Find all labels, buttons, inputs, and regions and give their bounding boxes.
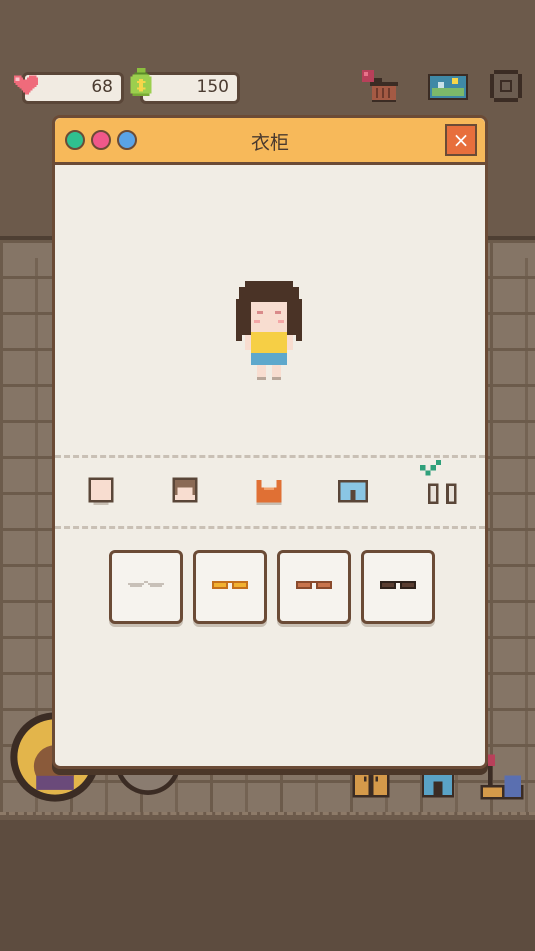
category-top-icon[interactable]	[249, 470, 289, 510]
orange-glasses-icon	[212, 581, 248, 589]
item-slot-black-glasses[interactable]	[361, 550, 435, 624]
empty-glasses-icon	[128, 581, 164, 587]
item-slot-none[interactable]	[109, 550, 183, 624]
dialog-title: 衣柜	[250, 132, 289, 154]
map-icon[interactable]	[426, 66, 470, 106]
shop-basket-icon[interactable]	[358, 66, 402, 106]
settings-gear-icon[interactable]	[484, 66, 528, 106]
character-preview	[236, 281, 302, 380]
item-slot-orange-glasses[interactable]	[193, 550, 267, 624]
black-glasses-icon	[380, 581, 416, 589]
money-value: 150	[196, 77, 229, 97]
divider-bottom	[55, 526, 485, 529]
dialog-header: 衣柜 ×	[55, 118, 485, 165]
divider-top	[55, 455, 485, 458]
floor	[0, 820, 535, 951]
category-shoes-icon[interactable]	[417, 460, 465, 512]
close-button[interactable]: ×	[445, 124, 477, 156]
category-face-icon[interactable]	[81, 470, 121, 510]
health-value: 68	[91, 77, 113, 97]
heart-icon	[13, 75, 39, 95]
money-bag-icon	[130, 68, 152, 96]
brown-glasses-icon	[296, 581, 332, 589]
category-hair-icon[interactable]	[165, 470, 205, 510]
wardrobe-dialog: 衣柜 ×	[52, 115, 488, 769]
category-bottom-icon[interactable]	[333, 470, 373, 510]
item-slot-brown-glasses[interactable]	[277, 550, 351, 624]
